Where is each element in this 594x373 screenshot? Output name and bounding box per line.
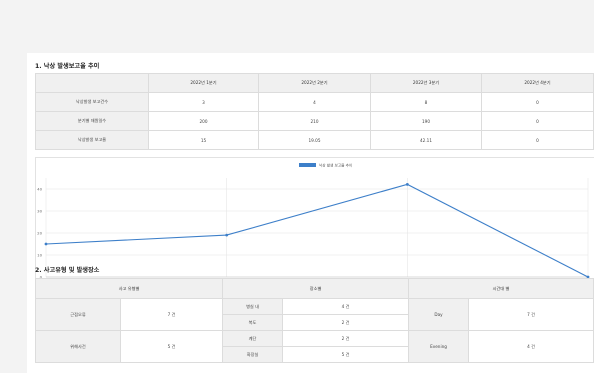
table-row: 낙상발생 보고율 15 19.05 42.11 0 (35, 130, 594, 150)
row-label: 낙상발생 보고율 (35, 130, 149, 150)
row-label: 분기별 재원일수 (35, 111, 149, 131)
table-cell: 0 (481, 92, 594, 112)
place-count: 2 건 (282, 330, 410, 347)
type-count: 7 건 (119, 298, 224, 331)
table-header-row: 사고 유형별 장소별 시간대 별 (34, 278, 594, 299)
table-cell: 8 (370, 92, 482, 112)
place-label: 복도 (222, 314, 284, 331)
y-tick-label: 40 (37, 186, 42, 191)
data-point (225, 233, 229, 237)
table-cell: 4 (258, 92, 371, 112)
table-cell: 19.05 (258, 130, 371, 150)
time-count: 7 건 (468, 298, 594, 331)
place-label: 병실 내 (222, 298, 284, 315)
header-cell-q1: 2022년 1분기 (148, 73, 259, 93)
time-count: 4 건 (468, 330, 594, 363)
place-count: 4 건 (282, 298, 410, 315)
table-header-row: 2022년 1분기 2022년 2분기 2022년 3분기 2022년 4분기 (35, 73, 594, 93)
table-cell: 190 (370, 111, 482, 131)
y-tick-label: 10 (37, 252, 42, 257)
table-row: 위해사건 5 건 계단 2 건 Evening 4 건 (35, 330, 594, 363)
fall-rate-chart: 0102030401분기2분기3분기4분기낙상 발생 보고율 추이 (35, 157, 594, 295)
table-cell: 15 (148, 130, 259, 150)
header-place: 장소별 (222, 278, 410, 299)
row-label: 낙상발생 보고건수 (35, 92, 149, 112)
type-label: 위해사건 (35, 330, 121, 363)
chart-svg: 0102030401분기2분기3분기4분기낙상 발생 보고율 추이 (37, 163, 593, 285)
table-cell: 3 (148, 92, 259, 112)
fall-rate-table: 2022년 1분기 2022년 2분기 2022년 3분기 2022년 4분기 … (35, 73, 594, 150)
y-tick-label: 20 (37, 230, 42, 235)
table-cell: 0 (481, 130, 594, 150)
header-type: 사고 유형별 (34, 278, 224, 299)
place-count: 2 건 (282, 314, 410, 331)
header-cell-q4: 2022년 4분기 (481, 73, 594, 93)
data-point (405, 182, 409, 186)
section-title-fall-rate: 1. 낙상 발생보고율 추이 (35, 63, 100, 70)
incident-table: 사고 유형별 장소별 시간대 별 근접오류 7 건 병실 내 4 건 Day 7… (34, 278, 594, 363)
place-label: 계단 (222, 330, 284, 347)
place-label: 화장실 (222, 346, 284, 363)
table-cell: 42.11 (370, 130, 482, 150)
table-row: 분기별 재원일수 200 210 190 0 (35, 111, 594, 131)
table-row: 낙상발생 보고건수 3 4 8 0 (35, 92, 594, 112)
y-tick-label: 30 (37, 208, 42, 213)
header-time: 시간대 별 (408, 278, 594, 299)
legend-label: 낙상 발생 보고율 추이 (319, 163, 352, 168)
table-cell: 210 (258, 111, 371, 131)
report-page: 1. 낙상 발생보고율 추이 2022년 1분기 2022년 2분기 2022년… (27, 53, 594, 373)
header-cell-q2: 2022년 2분기 (258, 73, 371, 93)
table-row: 근접오류 7 건 병실 내 4 건 Day 7 건 (35, 298, 594, 331)
data-point (44, 242, 48, 246)
table-cell: 200 (148, 111, 259, 131)
table-cell: 0 (481, 111, 594, 131)
time-label: Evening (408, 330, 470, 363)
series-line (45, 183, 589, 278)
time-label: Day (408, 298, 470, 331)
legend-swatch (299, 163, 316, 167)
section-title-incident-type: 2. 사고유형 및 발생장소 (35, 267, 100, 274)
header-cell-q3: 2022년 3분기 (370, 73, 482, 93)
place-count: 5 건 (282, 346, 410, 363)
header-cell-empty (35, 73, 149, 93)
type-label: 근접오류 (35, 298, 121, 331)
type-count: 5 건 (119, 330, 224, 363)
